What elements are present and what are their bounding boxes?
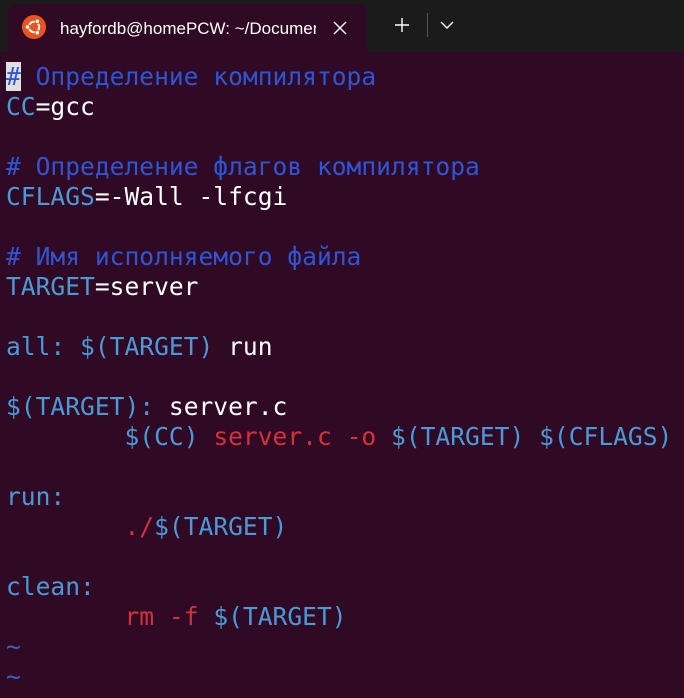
new-tab-button[interactable] — [386, 10, 418, 40]
tab-separator — [427, 13, 428, 37]
make-target: $(TARGET): — [6, 392, 155, 421]
make-target: run: — [6, 482, 66, 511]
code-line-11: $(TARGET): server.c — [6, 392, 287, 422]
code-line-15: ./$(TARGET) — [6, 512, 287, 542]
make-dependency-plain: run — [213, 332, 273, 361]
editor-area[interactable]: # Определение компилятора CC=gcc # Опред… — [0, 52, 684, 698]
make-target: all: — [6, 332, 66, 361]
target-var: $(TARGET) — [391, 422, 525, 451]
code-line-1: # Определение компилятора — [6, 62, 376, 92]
command-args: server.c -o — [198, 422, 392, 451]
empty-line-marker: ~ — [6, 662, 21, 691]
exec-path: ./ — [124, 512, 155, 541]
close-tab-button[interactable] — [326, 14, 354, 42]
code-line-10: all: $(TARGET) run — [6, 332, 273, 362]
target-var: $(TARGET) — [213, 602, 347, 631]
cursor: # — [6, 62, 21, 91]
tab-active[interactable]: hayfordb@homePCW: ~/Documents — [8, 4, 367, 52]
code-line-7: # Имя исполняемого файла — [6, 242, 362, 271]
variable-value: =gcc — [35, 92, 95, 121]
code-line-4: # Определение флагов компилятора — [6, 152, 480, 181]
code-line-14: run: — [6, 482, 65, 512]
compiler-var: $(CC) — [124, 422, 199, 451]
remove-command: rm -f — [124, 602, 199, 631]
code-line-12: $(CC) server.c -o $(TARGET) $(CFLAGS) — [6, 422, 672, 452]
empty-line-marker: ~ — [6, 632, 21, 661]
variable-name: CC — [6, 92, 36, 121]
make-dependency: $(TARGET) — [65, 332, 214, 361]
chevron-down-icon — [440, 21, 454, 29]
flags-var: $(CFLAGS) — [539, 422, 673, 451]
variable-value: =-Wall -lfcgi — [94, 182, 288, 211]
close-icon — [333, 21, 347, 35]
tab-dropdown-button[interactable] — [432, 10, 462, 40]
variable-value: =server — [94, 272, 199, 301]
target-var: $(TARGET) — [154, 512, 288, 541]
make-target: clean: — [6, 572, 95, 601]
code-line-17: clean: — [6, 572, 95, 602]
terminal-window: hayfordb@homePCW: ~/Documents # Определе… — [0, 0, 684, 698]
code-line-5: CFLAGS=-Wall -lfcgi — [6, 182, 287, 212]
variable-name: TARGET — [6, 272, 95, 301]
tab-bar: hayfordb@homePCW: ~/Documents — [0, 0, 684, 52]
make-dependency-plain: server.c — [154, 392, 288, 421]
comment-text: Определение компилятора — [20, 62, 377, 91]
code-line-18: rm -f $(TARGET) — [6, 602, 347, 632]
variable-name: CFLAGS — [6, 182, 95, 211]
plus-icon — [395, 18, 409, 32]
ubuntu-icon — [22, 15, 46, 39]
code-line-2: CC=gcc — [6, 92, 95, 122]
code-line-8: TARGET=server — [6, 272, 199, 302]
tab-title: hayfordb@homePCW: ~/Documents — [60, 19, 316, 38]
